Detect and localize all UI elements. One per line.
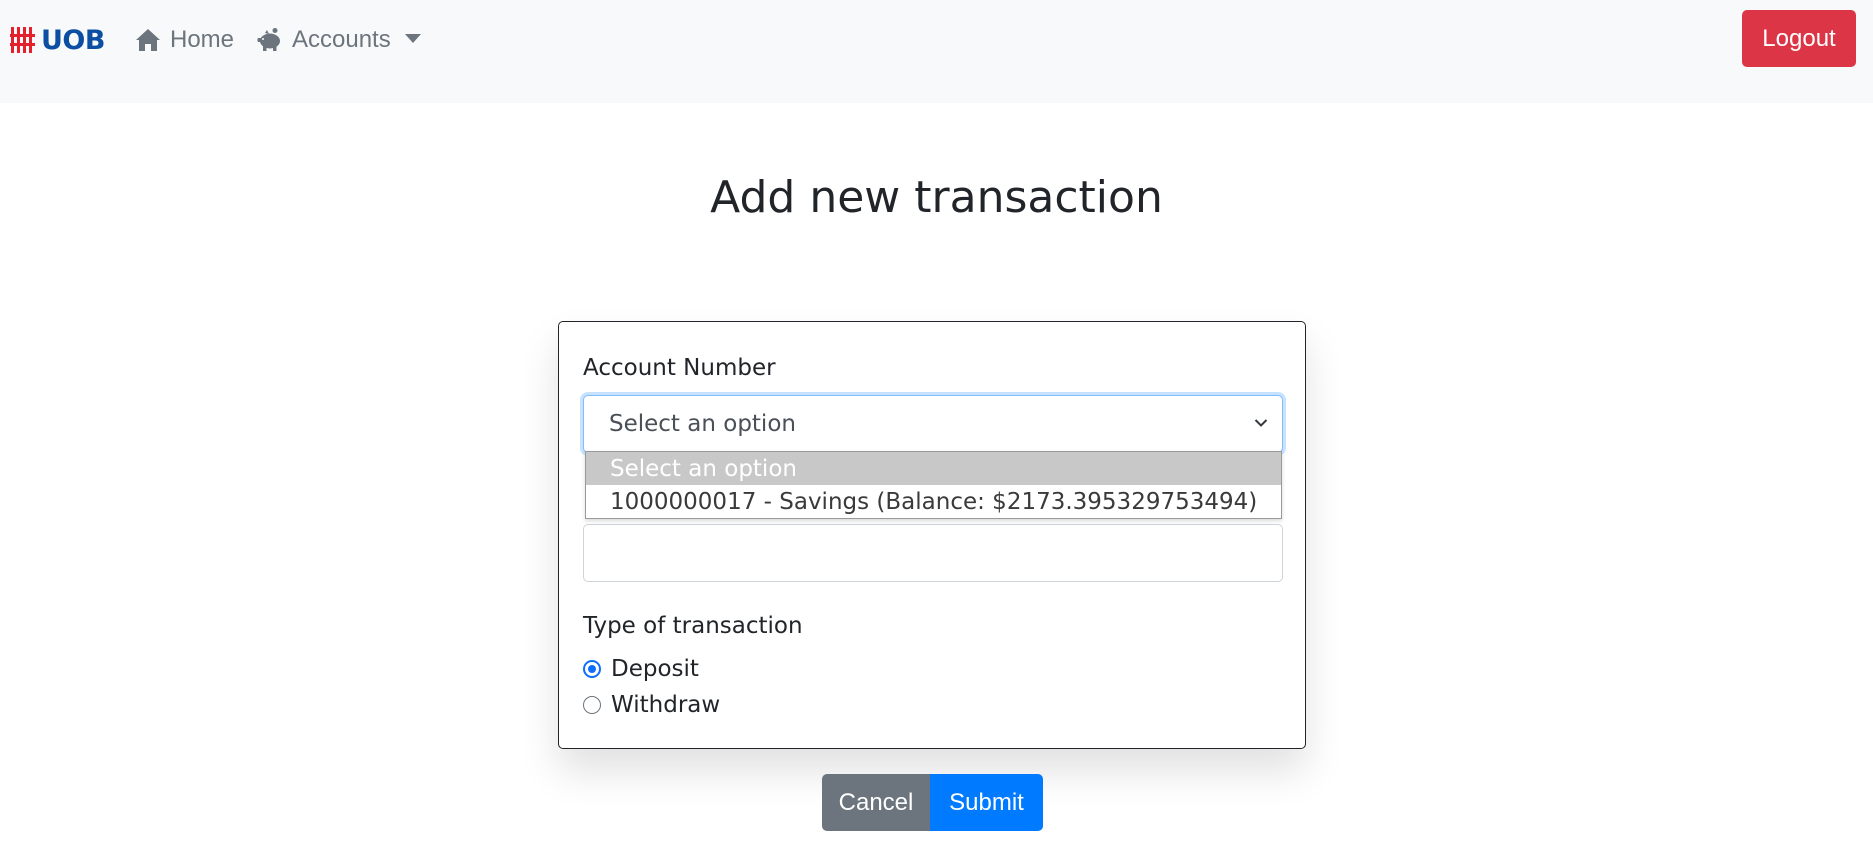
radio-withdraw-label: Withdraw [611,692,721,718]
nav-home[interactable]: Home [134,22,234,58]
nav-home-label: Home [170,26,235,53]
form-actions: Cancel Submit [822,774,1043,831]
radio-deposit[interactable]: Deposit [583,656,699,682]
cancel-button[interactable]: Cancel [822,774,930,831]
uob-logo-icon [10,27,35,53]
nav-accounts-label: Accounts [292,26,391,53]
account-select-dropdown-list: Select an option 1000000017 - Savings (B… [585,451,1282,519]
dropdown-option[interactable]: 1000000017 - Savings (Balance: $2173.395… [586,485,1281,518]
account-select-value: Select an option [609,411,796,437]
brand-logo[interactable]: UOB [10,22,105,58]
brand-text: UOB [41,24,105,56]
amount-input[interactable] [583,524,1283,582]
home-icon [136,29,160,51]
logout-button[interactable]: Logout [1742,10,1856,67]
account-number-label: Account Number [583,355,776,381]
submit-button[interactable]: Submit [930,774,1043,831]
caret-down-icon [404,33,421,43]
page-title: Add new transaction [710,172,1163,223]
dropdown-option[interactable]: Select an option [586,452,1281,485]
transaction-type-label: Type of transaction [583,613,803,639]
radio-withdraw-button[interactable] [583,696,601,714]
transaction-form-card: Account Number Select an option Type of … [558,321,1306,749]
nav-accounts-dropdown[interactable]: Accounts [256,22,421,58]
chevron-down-icon [1254,419,1268,427]
account-number-select[interactable]: Select an option [583,395,1283,453]
radio-withdraw[interactable]: Withdraw [583,692,720,718]
piggy-bank-icon [257,28,280,51]
radio-deposit-label: Deposit [611,656,699,682]
radio-deposit-button[interactable] [583,660,601,678]
navbar: UOB Home Accounts Logout [0,0,1873,103]
